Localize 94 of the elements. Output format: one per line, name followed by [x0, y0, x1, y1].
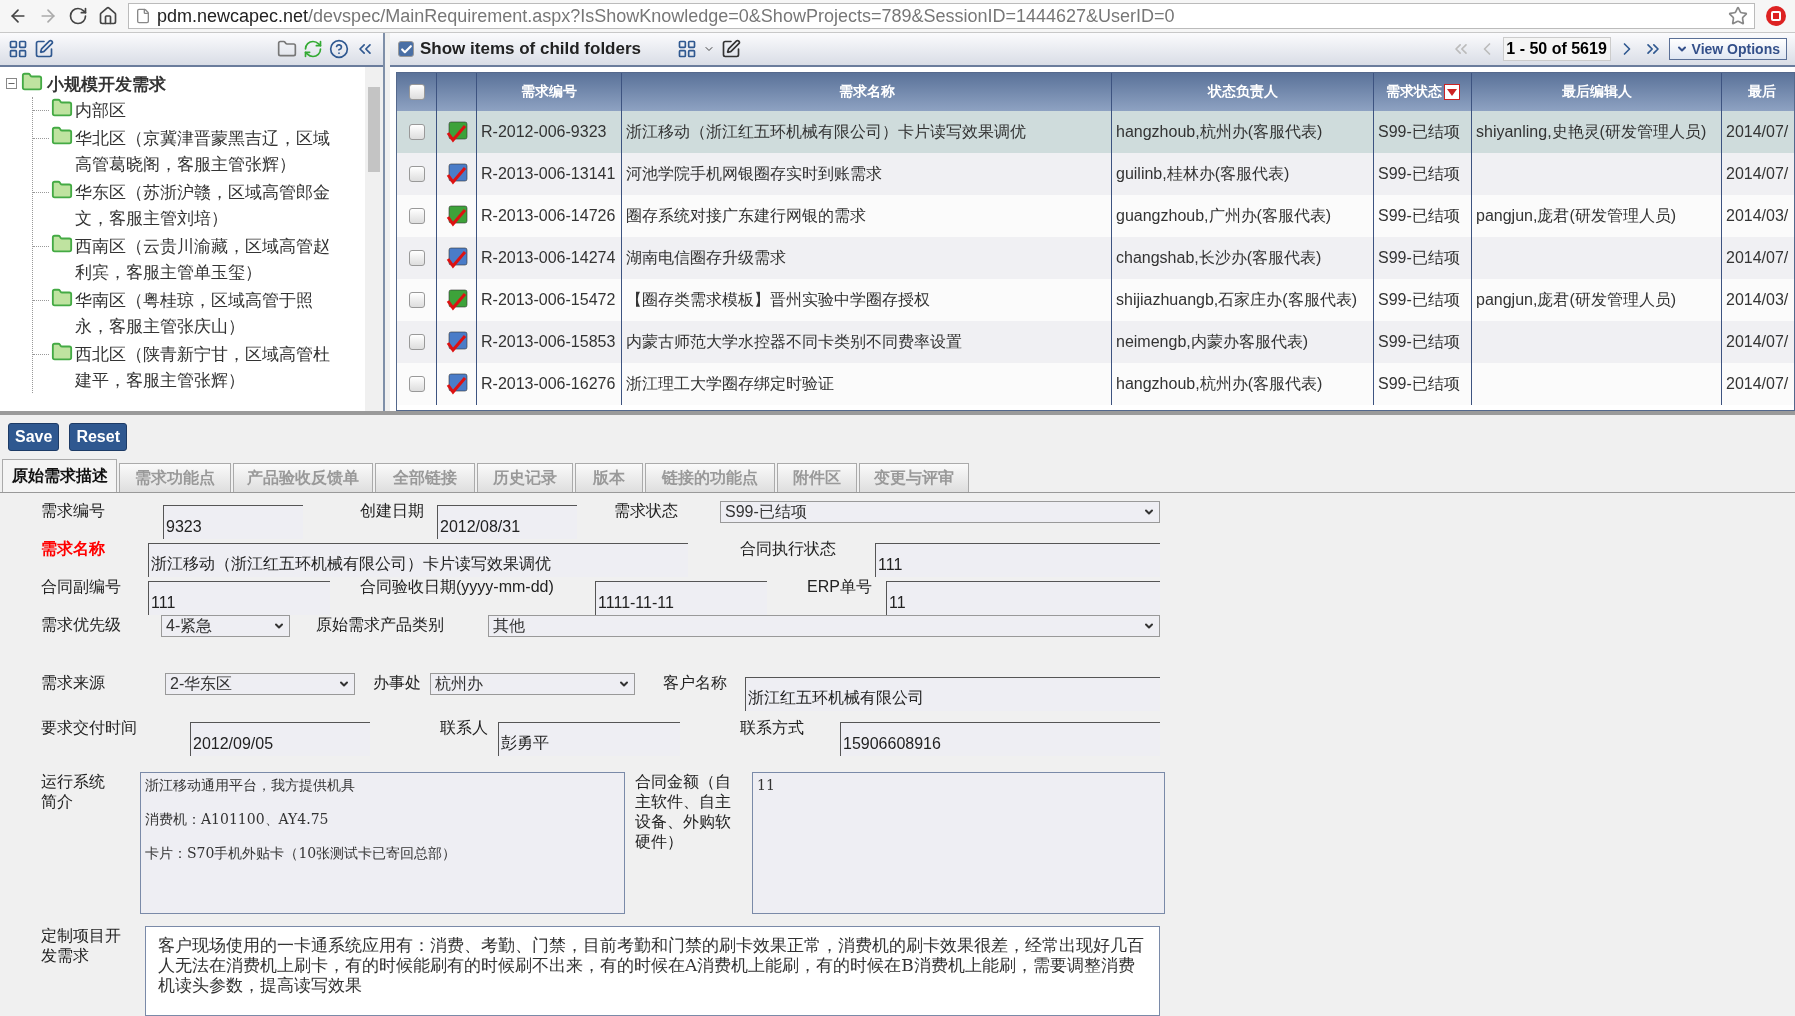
- column-header[interactable]: 需求状态: [1374, 73, 1472, 112]
- collapse-toggle[interactable]: [6, 78, 17, 90]
- grid-icon[interactable]: [8, 39, 28, 60]
- field-label: 需求名称: [41, 539, 106, 559]
- edit-icon[interactable]: [34, 39, 54, 60]
- select-all-checkbox[interactable]: [408, 84, 425, 101]
- scrollbar[interactable]: [365, 67, 383, 411]
- field-label: 需求来源: [41, 673, 106, 693]
- field-label: 办事处: [373, 673, 422, 693]
- edit-icon: [445, 163, 468, 186]
- checkbox-label: Show items of child folders: [420, 39, 642, 60]
- tree-item[interactable]: 华南区（粤桂琼，区域高管于照永，客服主管张庆山）: [75, 287, 345, 340]
- row-checkbox[interactable]: [408, 166, 425, 183]
- field-label: 需求优先级: [41, 615, 122, 635]
- reload-icon[interactable]: [68, 6, 88, 27]
- field-label: 合同金额（自主软件、自主设备、外购软硬件）: [635, 772, 732, 852]
- tab[interactable]: 原始需求描述: [2, 459, 117, 492]
- field-label: 合同执行状态: [740, 539, 837, 559]
- row-checkbox[interactable]: [408, 376, 425, 393]
- field-label: 需求编号: [41, 501, 106, 521]
- column-header[interactable]: 状态负责人: [1112, 73, 1374, 112]
- columns-icon[interactable]: [721, 39, 742, 60]
- page-icon: [135, 8, 151, 25]
- field-label: 合同副编号: [41, 577, 122, 597]
- row-checkbox[interactable]: [408, 250, 425, 267]
- view-options-button[interactable]: View Options: [1668, 38, 1787, 61]
- input-field[interactable]: 2012/09/05: [190, 722, 370, 756]
- field-label: 需求状态: [614, 501, 679, 521]
- field-label: 联系人: [440, 718, 489, 738]
- text-area[interactable]: 浙江移动通用平台，我方提供机具 消费机：A101100、AY4.75 卡片：S70手机外贴卡（10张测试卡已寄回总部）: [140, 772, 625, 914]
- input-field[interactable]: 111: [875, 543, 1160, 577]
- approved-icon: [445, 289, 468, 312]
- input-field[interactable]: 111: [148, 581, 330, 615]
- page-range: 1 - 50 of 5619: [1502, 37, 1611, 62]
- dropdown[interactable]: 2-华东区: [165, 673, 355, 695]
- stop-icon[interactable]: [1765, 5, 1787, 28]
- field-label: 联系方式: [740, 718, 805, 738]
- tree-item[interactable]: 华北区（京冀津晋蒙黑吉辽，区域高管葛晓阁，客服主管张辉）: [75, 125, 345, 178]
- tree-item[interactable]: 华东区（苏浙沪赣，区域高管郎金文，客服主管刘培）: [75, 179, 345, 232]
- input-field[interactable]: 2012/08/31: [437, 505, 577, 539]
- text-area[interactable]: 客户现场使用的一卡通系统应用有：消费、考勤、门禁，目前考勤和门禁的刷卡效果正常，消费机的刷卡效果很差，经常出现好几百人无法在消费机上刷卡，有的时候能刷有的时候刷不出来，有的时候在A消费机上能刷，有的时候在B消费机上能刷，需要调整消费机读头参数，提高读写效果: [145, 926, 1160, 1016]
- column-header[interactable]: 需求编号: [477, 73, 622, 112]
- approved-icon: [445, 205, 468, 228]
- row-checkbox[interactable]: [408, 292, 425, 309]
- field-label: 创建日期: [360, 501, 425, 521]
- table-cell: S99-已结项: [1374, 363, 1472, 406]
- input-field[interactable]: 浙江红五环机械有限公司: [745, 677, 1160, 711]
- input-field[interactable]: 浙江移动（浙江红五环机械有限公司）卡片读写效果调优: [148, 543, 688, 577]
- dropdown[interactable]: 4-紧急: [161, 615, 290, 637]
- row-checkbox[interactable]: [408, 334, 425, 351]
- tree-item[interactable]: 西北区（陕青新宁甘，区域高管杜建平，客服主管张辉）: [75, 341, 345, 394]
- field-label: 定制项目开发需求: [41, 926, 122, 966]
- text-area[interactable]: 11: [752, 772, 1165, 914]
- view-icon[interactable]: [677, 39, 698, 60]
- input-field[interactable]: 11: [886, 581, 1160, 615]
- input-field[interactable]: 15906608916: [840, 722, 1160, 756]
- filter-icon[interactable]: [1443, 84, 1460, 101]
- input-field[interactable]: 9323: [163, 505, 303, 539]
- reset-button[interactable]: Reset: [69, 422, 127, 451]
- column-header[interactable]: 需求名称: [622, 73, 1112, 112]
- dropdown[interactable]: S99-已结项: [720, 501, 1160, 523]
- home-icon[interactable]: [98, 6, 118, 27]
- edit-icon: [445, 331, 468, 354]
- approved-icon: [445, 121, 468, 144]
- row-checkbox[interactable]: [408, 124, 425, 141]
- input-field[interactable]: 彭勇平: [498, 722, 680, 756]
- tree-item[interactable]: 西南区（云贵川渝藏，区域高管赵利宾，客服主管单玉玺）: [75, 233, 345, 286]
- column-header[interactable]: 最后: [1722, 73, 1794, 112]
- star-icon[interactable]: [1728, 6, 1748, 27]
- tree-item[interactable]: 内部区: [75, 97, 345, 124]
- dropdown[interactable]: 杭州办: [430, 673, 635, 695]
- checkbox[interactable]: [398, 41, 414, 58]
- tree-item[interactable]: 小规模开发需求: [47, 71, 166, 98]
- url-text: pdm.newcapec.net/devspec/MainRequirement.aspx?IsShowKnowledge=0&ShowProjects=789&SessionID=1444627&UserID=0: [157, 5, 1175, 27]
- dropdown[interactable]: 其他: [488, 615, 1160, 637]
- refresh-icon[interactable]: [303, 39, 323, 60]
- address-bar[interactable]: pdm.newcapec.net/devspec/MainRequirement.aspx?IsShowKnowledge=0&ShowProjects=789&SessionID=1444627&UserID=0: [128, 3, 1755, 30]
- table-cell: hangzhoub,杭州办(客服代表): [1112, 363, 1374, 406]
- field-label: 合同验收日期(yyyy-mm-dd): [360, 577, 555, 597]
- table-cell: 浙江理工大学圈存绑定时验证: [622, 363, 1112, 406]
- input-field[interactable]: 1111-11-11: [595, 581, 767, 615]
- field-label: 原始需求产品类别: [316, 615, 445, 635]
- edit-icon: [445, 373, 468, 396]
- folder-icon[interactable]: [277, 39, 297, 60]
- field-label: 客户名称: [663, 673, 728, 693]
- row-checkbox[interactable]: [408, 208, 425, 225]
- table-cell: 2014/07/: [1722, 363, 1794, 406]
- edit-icon: [445, 247, 468, 270]
- field-label: 运行系统简介: [41, 772, 106, 812]
- save-button[interactable]: Save: [8, 422, 60, 451]
- table-cell: R-2013-006-16276: [477, 363, 622, 406]
- field-label: 要求交付时间: [41, 718, 138, 738]
- field-label: ERP单号: [807, 577, 873, 597]
- help-icon[interactable]: [329, 39, 349, 60]
